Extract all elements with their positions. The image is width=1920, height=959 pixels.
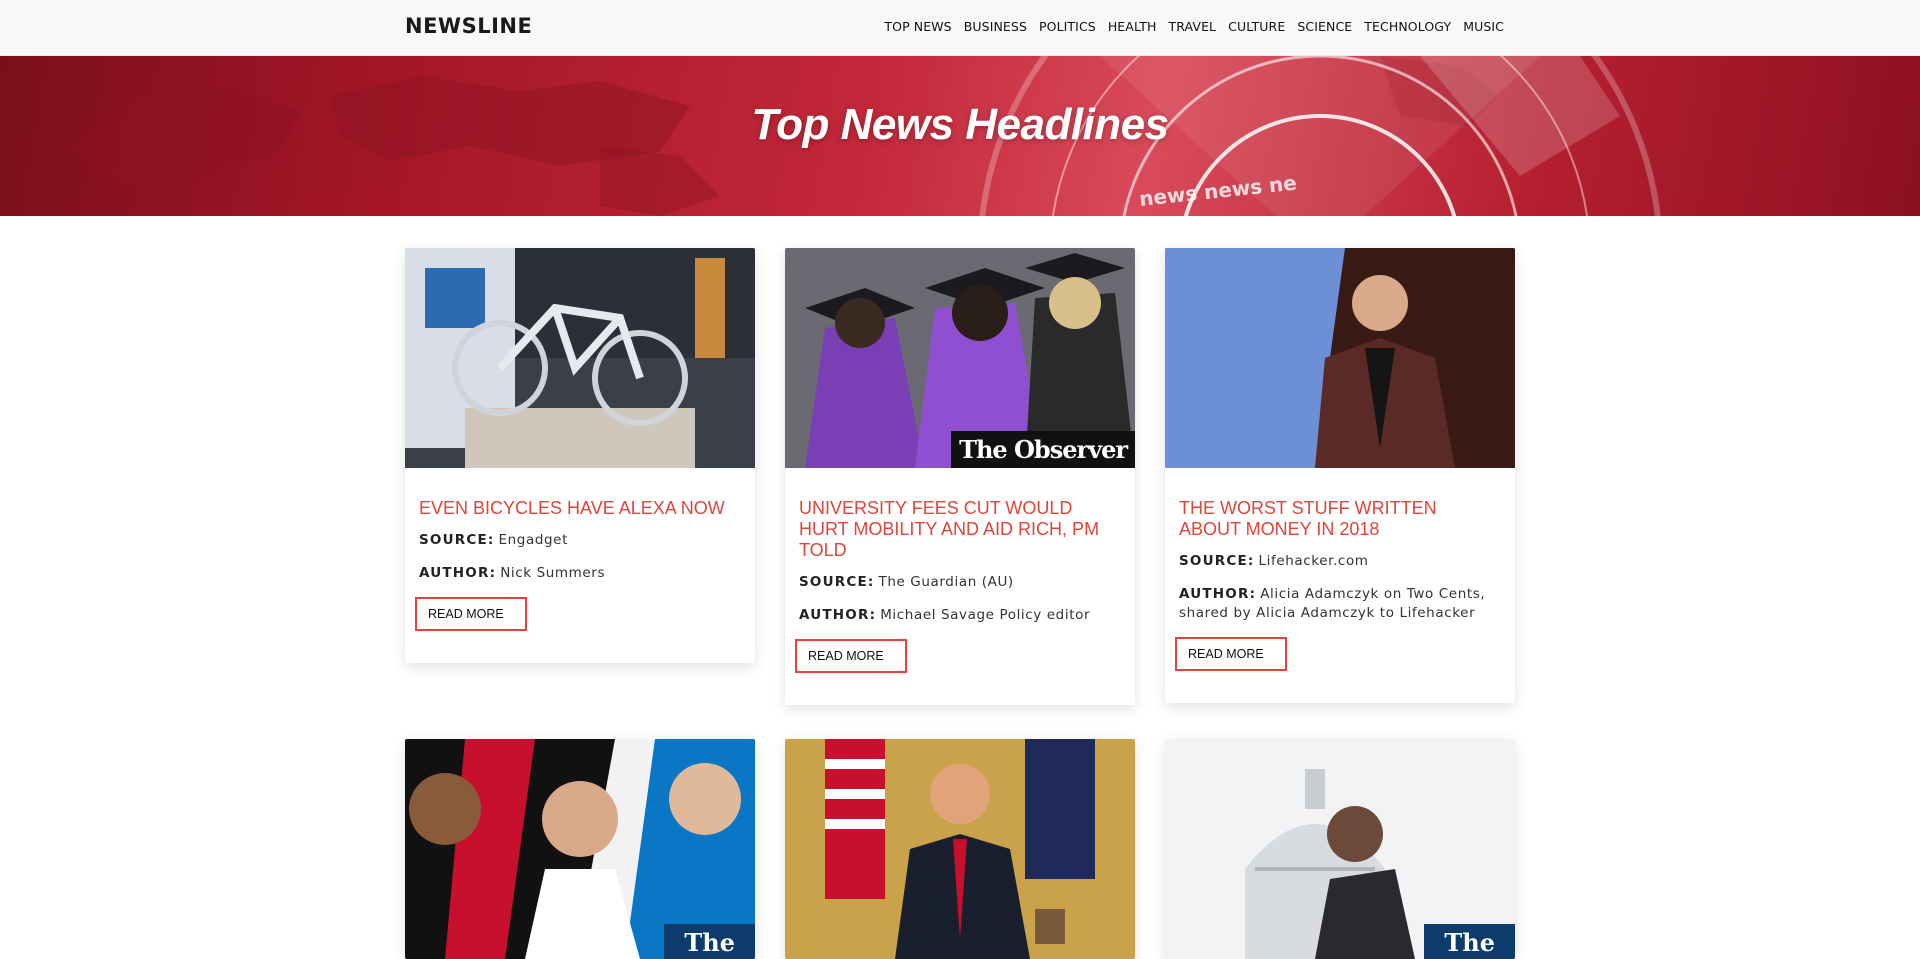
source-value: Lifehacker.com xyxy=(1258,553,1369,569)
card-source: SOURCE: Engadget xyxy=(419,531,741,550)
speaker-photo xyxy=(1165,248,1515,468)
nav-music[interactable]: MUSIC xyxy=(1463,19,1504,34)
nav-top-news[interactable]: TOP NEWS xyxy=(884,19,951,34)
read-more-button[interactable]: READ MORE xyxy=(415,597,527,631)
card-image-capitol[interactable]: The xyxy=(1165,739,1515,959)
card-author: AUTHOR: Alicia Adamczyk on Two Cents, sha… xyxy=(1179,585,1501,623)
page-title: Top News Headlines xyxy=(751,100,1169,149)
brand-logo[interactable]: NEWSLINE xyxy=(405,14,532,38)
source-value: The Guardian (AU) xyxy=(878,574,1014,590)
card-image-speaker[interactable] xyxy=(1165,248,1515,468)
nav-culture[interactable]: CULTURE xyxy=(1228,19,1285,34)
nav-health[interactable]: HEALTH xyxy=(1108,19,1157,34)
publication-badge: The xyxy=(1424,924,1515,959)
source-value: Engadget xyxy=(498,532,568,548)
author-label: AUTHOR: xyxy=(419,565,497,581)
news-card: The Observer UNIVERSITY FEES CUT WOULD H… xyxy=(785,248,1135,705)
publication-badge: The xyxy=(664,924,755,959)
news-card: The xyxy=(405,739,755,959)
card-body: UNIVERSITY FEES CUT WOULD HURT MOBILITY … xyxy=(785,468,1135,705)
card-image-graduates[interactable]: The Observer xyxy=(785,248,1135,468)
source-label: SOURCE: xyxy=(799,574,875,590)
read-more-button[interactable]: READ MORE xyxy=(795,639,907,673)
nav-travel[interactable]: TRAVEL xyxy=(1169,19,1217,34)
nav-business[interactable]: BUSINESS xyxy=(964,19,1027,34)
news-card: THE WORST STUFF WRITTEN ABOUT MONEY IN 2… xyxy=(1165,248,1515,703)
author-label: AUTHOR: xyxy=(799,607,877,623)
nav-technology[interactable]: TECHNOLOGY xyxy=(1364,19,1451,34)
author-value: Michael Savage Policy editor xyxy=(880,607,1091,623)
card-source: SOURCE: The Guardian (AU) xyxy=(799,573,1121,592)
navbar: NEWSLINE TOP NEWS BUSINESS POLITICS HEAL… xyxy=(0,0,1920,56)
card-title[interactable]: UNIVERSITY FEES CUT WOULD HURT MOBILITY … xyxy=(799,498,1121,561)
author-label: AUTHOR: xyxy=(1179,586,1257,602)
card-image-footballers[interactable]: The xyxy=(405,739,755,959)
oval-office-photo xyxy=(785,739,1135,959)
card-author: AUTHOR: Nick Summers xyxy=(419,564,741,583)
card-title[interactable]: EVEN BICYCLES HAVE ALEXA NOW xyxy=(419,498,741,519)
news-card xyxy=(785,739,1135,959)
nav-science[interactable]: SCIENCE xyxy=(1297,19,1352,34)
source-label: SOURCE: xyxy=(1179,553,1255,569)
read-more-button[interactable]: READ MORE xyxy=(1175,637,1287,671)
observer-badge: The Observer xyxy=(951,431,1135,468)
bicycle-photo xyxy=(405,248,755,468)
card-image-oval-office[interactable] xyxy=(785,739,1135,959)
hero-banner: news news ne Top News Headlines xyxy=(0,56,1920,216)
nav-links: TOP NEWS BUSINESS POLITICS HEALTH TRAVEL… xyxy=(884,19,1504,34)
card-title[interactable]: THE WORST STUFF WRITTEN ABOUT MONEY IN 2… xyxy=(1179,498,1501,540)
news-card: The xyxy=(1165,739,1515,959)
nav-politics[interactable]: POLITICS xyxy=(1039,19,1096,34)
card-author: AUTHOR: Michael Savage Policy editor xyxy=(799,606,1121,625)
card-body: THE WORST STUFF WRITTEN ABOUT MONEY IN 2… xyxy=(1165,468,1515,703)
card-body: EVEN BICYCLES HAVE ALEXA NOW SOURCE: Enga… xyxy=(405,468,755,663)
author-value: Nick Summers xyxy=(500,565,606,581)
news-card: EVEN BICYCLES HAVE ALEXA NOW SOURCE: Enga… xyxy=(405,248,755,663)
card-source: SOURCE: Lifehacker.com xyxy=(1179,552,1501,571)
card-image-bicycle[interactable] xyxy=(405,248,755,468)
source-label: SOURCE: xyxy=(419,532,495,548)
